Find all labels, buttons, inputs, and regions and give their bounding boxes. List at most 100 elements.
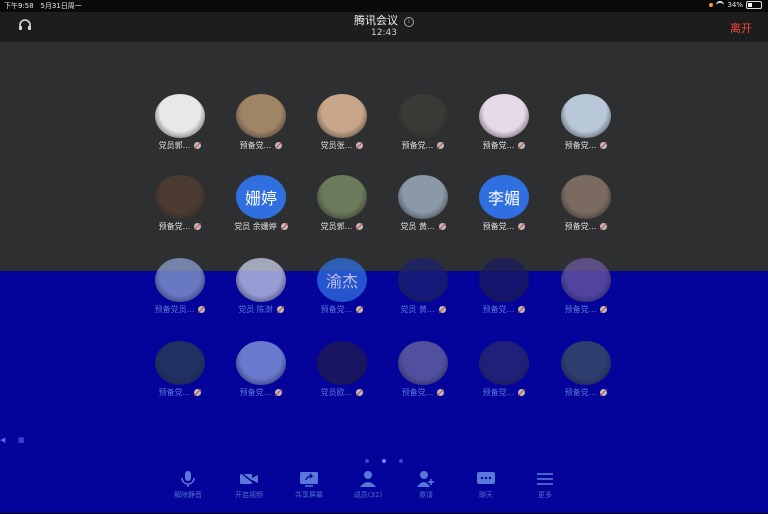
- participant-name: 预备党...: [401, 141, 434, 150]
- muted-mic-icon: [518, 306, 526, 313]
- avatar-initials: 姗婷: [236, 175, 286, 219]
- participant-tile[interactable]: 预备党...: [465, 94, 543, 151]
- status-bar: 下午9:58 5月31日周一 34%: [0, 0, 768, 12]
- muted-mic-icon: [280, 223, 288, 230]
- status-right: 34%: [709, 1, 762, 9]
- share-screen-icon: [299, 470, 319, 488]
- page-indicator[interactable]: [0, 448, 768, 467]
- toolbar-members-button[interactable]: 成员(32): [340, 466, 396, 500]
- meeting-title[interactable]: 腾讯会议 i: [0, 12, 768, 28]
- participant-tile[interactable]: 李媚 预备党...: [465, 175, 543, 232]
- side-left-mark: ◀: [0, 436, 6, 444]
- participant-name-row: 预备党...: [222, 140, 300, 151]
- participant-tile[interactable]: 预备党...: [384, 341, 462, 398]
- participant-name-row: 党员 黄...: [384, 304, 462, 315]
- muted-mic-icon: [437, 389, 445, 396]
- participant-name-row: 预备党...: [384, 140, 462, 151]
- participant-name-row: 预备党...: [222, 387, 300, 398]
- participant-tile[interactable]: 预备党...: [141, 341, 219, 398]
- avatar: [561, 258, 611, 302]
- avatar: [236, 94, 286, 138]
- participant-name-row: 党员郭...: [141, 140, 219, 151]
- wifi-icon: [716, 1, 725, 9]
- members-icon: [358, 470, 378, 488]
- muted-mic-icon: [194, 389, 202, 396]
- avatar: [155, 258, 205, 302]
- participant-name: 党员郭...: [320, 222, 353, 231]
- more-icon: [535, 470, 555, 488]
- participant-name-row: 预备党...: [547, 387, 625, 398]
- muted-mic-icon: [438, 306, 446, 313]
- invite-icon: [416, 470, 436, 488]
- participant-name: 党员张...: [320, 141, 353, 150]
- toolbar-mic-button[interactable]: 解除静音: [160, 466, 216, 500]
- avatar: [561, 94, 611, 138]
- participant-name: 预备党...: [482, 388, 515, 397]
- participant-tile[interactable]: 党员张...: [303, 94, 381, 151]
- participant-tile[interactable]: 党员 黄...: [384, 175, 462, 232]
- participant-grid-top: 党员郭... 预备党... 党员张... 预备党... 预备党... 预备党... 预备党.…: [0, 42, 768, 271]
- participant-name: 预备党...: [564, 141, 597, 150]
- participant-tile[interactable]: 姗婷 党员 余姗婷: [222, 175, 300, 232]
- participant-tile[interactable]: 预备党...: [547, 94, 625, 151]
- participant-tile[interactable]: 预备党...: [547, 341, 625, 398]
- participant-tile[interactable]: 党员郭...: [141, 94, 219, 151]
- status-time: 下午9:58 5月31日周一: [4, 2, 82, 10]
- participant-tile[interactable]: 预备党...: [547, 175, 625, 232]
- page-dot[interactable]: [399, 459, 404, 463]
- participant-name-row: 预备党...: [465, 304, 543, 315]
- toolbar-label: 开启视频: [235, 491, 263, 499]
- participant-name-row: 预备党...: [465, 140, 543, 151]
- toolbar-invite-button[interactable]: 邀请: [398, 466, 454, 500]
- participant-name-row: 预备党...: [141, 387, 219, 398]
- battery-percent: 34%: [727, 1, 743, 9]
- participant-tile[interactable]: 预备党...: [222, 94, 300, 151]
- participant-tile[interactable]: 预备党...: [465, 341, 543, 398]
- participant-tile[interactable]: 党员欧...: [303, 341, 381, 398]
- participant-tile[interactable]: 党员 陈澍: [222, 258, 300, 315]
- participant-name-row: 预备党...: [547, 140, 625, 151]
- toolbar-video-button[interactable]: 开启视频: [221, 466, 277, 500]
- participant-tile[interactable]: 预备党...: [141, 175, 219, 232]
- info-icon[interactable]: i: [404, 17, 414, 27]
- toolbar-label: 解除静音: [174, 491, 202, 499]
- toolbar-share-screen-button[interactable]: 共享屏幕: [281, 466, 337, 500]
- page-dot-active[interactable]: [382, 459, 386, 463]
- participant-tile[interactable]: 党员 黄...: [384, 258, 462, 315]
- participant-name: 预备党...: [482, 141, 515, 150]
- page-dot[interactable]: [364, 459, 369, 463]
- avatar: [398, 258, 448, 302]
- participant-name: 预备党...: [239, 388, 272, 397]
- participant-name: 党员郭...: [158, 141, 191, 150]
- participant-name-row: 预备党...: [141, 221, 219, 232]
- participant-name: 预备党...: [158, 388, 191, 397]
- participant-tile[interactable]: 预备党员...: [141, 258, 219, 315]
- participant-tile[interactable]: 党员郭...: [303, 175, 381, 232]
- avatar: [479, 341, 529, 385]
- participant-tile[interactable]: 渝杰 预备党...: [303, 258, 381, 315]
- muted-mic-icon: [356, 306, 364, 313]
- muted-mic-icon: [356, 223, 364, 230]
- muted-mic-icon: [518, 389, 526, 396]
- participant-tile[interactable]: 预备党...: [384, 94, 462, 151]
- participant-name: 预备党...: [158, 222, 191, 231]
- participant-tile[interactable]: 预备党...: [547, 258, 625, 315]
- grid-icon[interactable]: ▦: [18, 436, 25, 444]
- avatar: [479, 94, 529, 138]
- leave-button[interactable]: 离开: [730, 20, 752, 36]
- avatar: [479, 258, 529, 302]
- participant-tile[interactable]: 预备党...: [465, 258, 543, 315]
- toolbar-label: 成员(32): [353, 491, 383, 499]
- avatar: [236, 258, 286, 302]
- muted-mic-icon: [276, 306, 284, 313]
- mic-icon: [178, 470, 198, 488]
- participant-name: 预备党...: [564, 222, 597, 231]
- avatar: [317, 94, 367, 138]
- toolbar-label: 邀请: [419, 491, 433, 499]
- avatar: [398, 341, 448, 385]
- participant-name: 预备党...: [564, 305, 597, 314]
- participant-tile[interactable]: 预备党...: [222, 341, 300, 398]
- avatar: [317, 341, 367, 385]
- toolbar-more-button[interactable]: 更多: [517, 466, 573, 500]
- toolbar-chat-button[interactable]: 聊天: [458, 466, 514, 500]
